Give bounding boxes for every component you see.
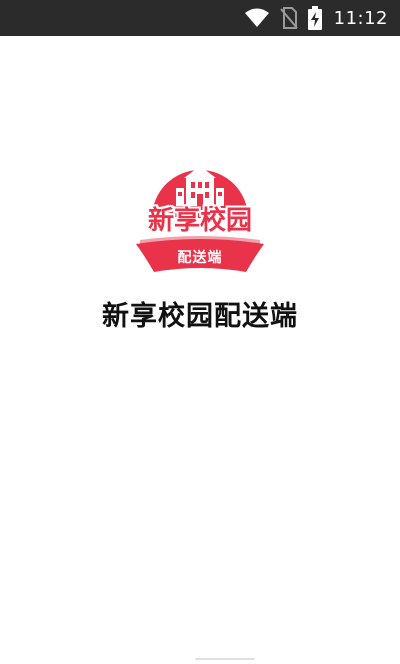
no-sim-icon [279,7,298,29]
logo-main-text: 新享校园 [147,206,252,236]
app-logo: 新享校园 配送端 [134,158,266,274]
status-bar: 11:12 [0,0,400,36]
battery-charging-icon [307,6,322,30]
bottom-indicator [195,658,255,660]
splash-screen: 11:12 新享校园 配送端 新享校园配送端 [0,0,400,664]
logo-sub-text: 配送端 [177,250,223,266]
wifi-icon [244,8,270,28]
app-name: 新享校园配送端 [102,301,298,332]
status-time: 11:12 [333,7,388,29]
